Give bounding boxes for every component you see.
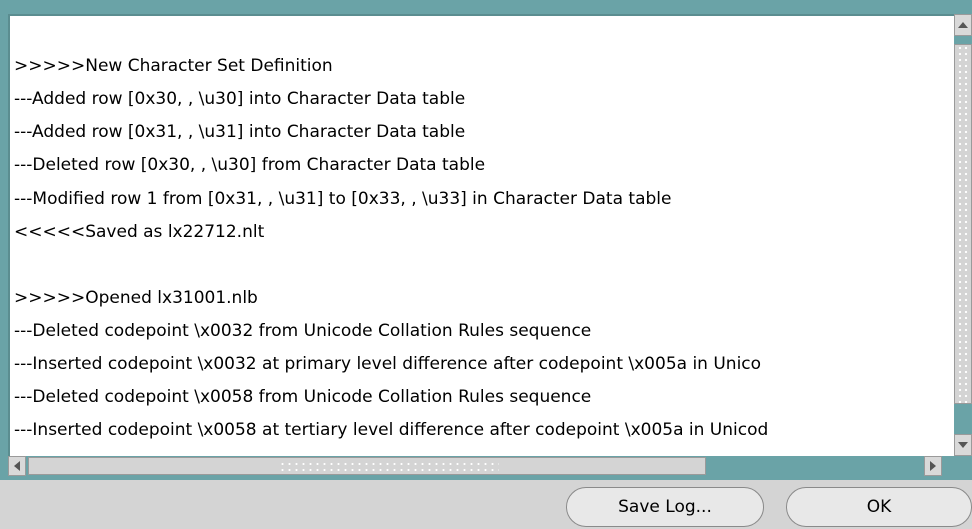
right-arrow-icon: [930, 461, 936, 471]
log-line: ---Deleted codepoint \x0032 from Unicode…: [14, 321, 592, 341]
log-line: ---Inserted codepoint \x0032 at primary …: [14, 354, 762, 374]
log-line: >>>>>Opened lx31001.nlb: [14, 288, 258, 308]
log-line: >>>>>New Character Set Definition: [14, 56, 333, 76]
left-arrow-icon: [14, 461, 20, 471]
log-line: ---Inserted codepoint \x0058 at tertiary…: [14, 420, 769, 440]
log-line: <<<<<Saved as lx22712.nlt: [14, 222, 265, 242]
log-line: ---Modified row 1 from [0x31, , \u31] to…: [14, 189, 672, 209]
horizontal-scrollbar[interactable]: [8, 456, 954, 476]
horizontal-scroll-thumb[interactable]: [28, 457, 706, 475]
log-text-area[interactable]: >>>>>New Character Set Definition ---Add…: [8, 14, 954, 456]
scroll-left-button[interactable]: [8, 456, 26, 476]
save-log-button[interactable]: Save Log...: [566, 487, 764, 527]
vertical-scrollbar[interactable]: [954, 14, 972, 456]
log-line: ---Deleted row [0x30, , \u30] from Chara…: [14, 155, 486, 175]
log-line: ---Deleted codepoint \x0058 from Unicode…: [14, 387, 592, 407]
down-arrow-icon: [958, 442, 968, 448]
scroll-right-button[interactable]: [924, 456, 942, 476]
vertical-scroll-thumb[interactable]: [954, 44, 972, 404]
log-panel: >>>>>New Character Set Definition ---Add…: [0, 0, 972, 480]
log-line: ---Added row [0x31, , \u31] into Charact…: [14, 122, 466, 142]
ok-button[interactable]: OK: [786, 487, 972, 527]
scroll-up-button[interactable]: [954, 14, 972, 36]
log-line: ---Added row [0x30, , \u30] into Charact…: [14, 89, 466, 109]
scroll-down-button[interactable]: [954, 434, 972, 456]
up-arrow-icon: [958, 22, 968, 28]
scroll-grip: [279, 461, 499, 473]
